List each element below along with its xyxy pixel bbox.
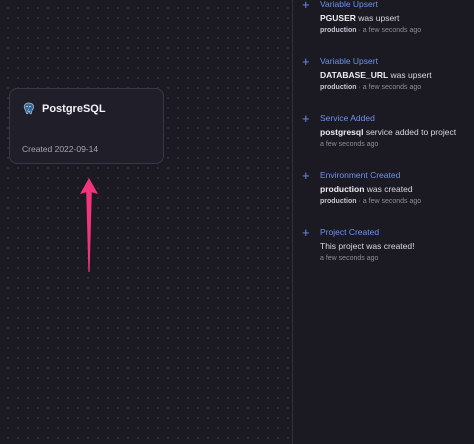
event-time: a few seconds ago	[320, 141, 379, 148]
plus-icon: +	[302, 168, 310, 183]
event-time: · a few seconds ago	[356, 27, 422, 34]
annotation-arrow-up-icon	[80, 178, 98, 272]
event-message: DATABASE_URL was upsert	[320, 70, 432, 80]
plus-icon: +	[302, 54, 310, 69]
event-title: Project Created	[320, 227, 380, 237]
event-subject: production	[320, 184, 365, 194]
event-time: · a few seconds ago	[356, 84, 422, 91]
event-title: Variable Upsert	[320, 0, 378, 9]
event-message-text: service added to project	[363, 127, 457, 137]
event-message: production was created	[320, 184, 413, 194]
project-canvas[interactable]: PostgreSQL Created 2022-09-14	[0, 0, 292, 444]
event-title: Environment Created	[320, 170, 401, 180]
event-time: · a few seconds ago	[356, 198, 422, 205]
event-environment: production	[320, 198, 357, 205]
event-meta: production · a few seconds ago	[320, 27, 421, 34]
event-message-text: was created	[364, 184, 413, 194]
plus-icon: +	[302, 0, 310, 12]
service-name: PostgreSQL	[42, 102, 106, 115]
activity-feed[interactable]: + Variable Upsert PGUSER was upsert prod…	[293, 0, 474, 444]
event-subject: DATABASE_URL	[320, 70, 389, 80]
event-message-text: This project was created!	[320, 241, 415, 251]
event-message-text: was upsert	[355, 13, 400, 23]
event-environment: production	[320, 84, 357, 91]
plus-icon: +	[302, 225, 310, 240]
event-meta: production · a few seconds ago	[320, 84, 421, 91]
event-subject: postgresql	[320, 127, 364, 137]
event-meta: a few seconds ago	[320, 141, 378, 148]
event-environment: production	[320, 27, 357, 34]
service-created-date: Created 2022-09-14	[22, 144, 99, 154]
event-message: This project was created!	[320, 241, 414, 251]
event-title: Service Added	[320, 113, 375, 123]
postgresql-service-card[interactable]: PostgreSQL Created 2022-09-14	[9, 88, 164, 164]
event-title: Variable Upsert	[320, 56, 378, 66]
event-meta: production · a few seconds ago	[320, 198, 421, 205]
event-meta: a few seconds ago	[320, 255, 378, 262]
plus-icon: +	[302, 111, 310, 126]
event-message: postgresql service added to project	[320, 127, 456, 137]
event-message: PGUSER was upsert	[320, 13, 399, 23]
event-subject: PGUSER	[320, 13, 356, 23]
postgresql-elephant-icon	[23, 102, 34, 115]
service-card-header: PostgreSQL	[22, 102, 106, 115]
event-time: a few seconds ago	[320, 255, 379, 262]
event-message-text: was upsert	[388, 70, 432, 80]
